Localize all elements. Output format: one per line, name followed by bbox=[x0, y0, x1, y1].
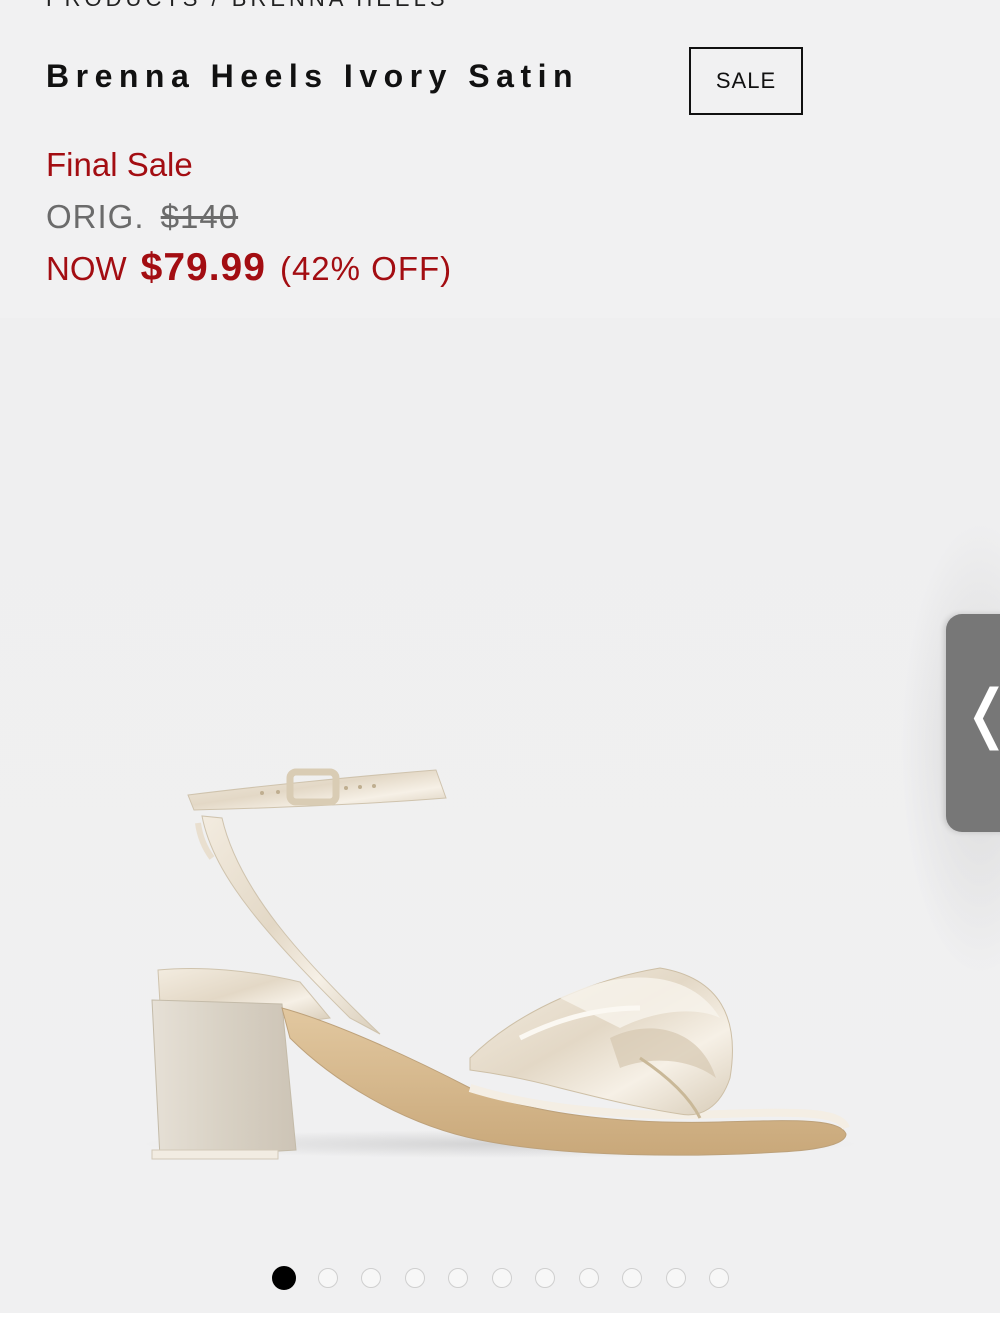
discount-percent: (42% OFF) bbox=[279, 250, 453, 287]
product-image-carousel[interactable]: ❬ bbox=[0, 318, 1000, 1313]
sale-price: NOW $79.99 (42% OFF) bbox=[46, 246, 452, 290]
sale-badge: SALE bbox=[689, 47, 803, 115]
original-price: ORIG. $140 bbox=[46, 198, 238, 236]
product-title: Brenna Heels Ivory Satin bbox=[46, 58, 580, 94]
carousel-dot[interactable] bbox=[448, 1268, 468, 1288]
carousel-dot[interactable] bbox=[709, 1268, 729, 1288]
breadcrumb[interactable]: PRODUCTS / BRENNA HEELS bbox=[46, 0, 449, 12]
carousel-dot[interactable] bbox=[491, 1268, 512, 1288]
carousel-pagination bbox=[272, 1266, 753, 1290]
carousel-dot-active[interactable] bbox=[272, 1266, 296, 1290]
original-price-label: ORIG. bbox=[46, 198, 145, 235]
chevron-left-icon: ❬ bbox=[960, 682, 1000, 746]
carousel-dot[interactable] bbox=[578, 1268, 599, 1288]
product-page: PRODUCTS / BRENNA HEELS Brenna Heels Ivo… bbox=[0, 0, 1000, 1333]
carousel-dot[interactable] bbox=[361, 1268, 381, 1288]
product-image bbox=[140, 768, 860, 1160]
carousel-dot[interactable] bbox=[317, 1268, 338, 1288]
bottom-divider bbox=[0, 1313, 1000, 1333]
carousel-dot[interactable] bbox=[404, 1268, 425, 1288]
carousel-dot[interactable] bbox=[535, 1268, 555, 1288]
original-price-value: $140 bbox=[160, 198, 239, 235]
sale-price-value: $79.99 bbox=[140, 246, 266, 289]
carousel-dot[interactable] bbox=[665, 1268, 686, 1288]
side-panel-tab[interactable]: ❬ bbox=[946, 614, 1000, 832]
final-sale-label: Final Sale bbox=[46, 146, 193, 183]
carousel-dot[interactable] bbox=[622, 1268, 642, 1288]
sale-price-label: NOW bbox=[46, 250, 127, 287]
